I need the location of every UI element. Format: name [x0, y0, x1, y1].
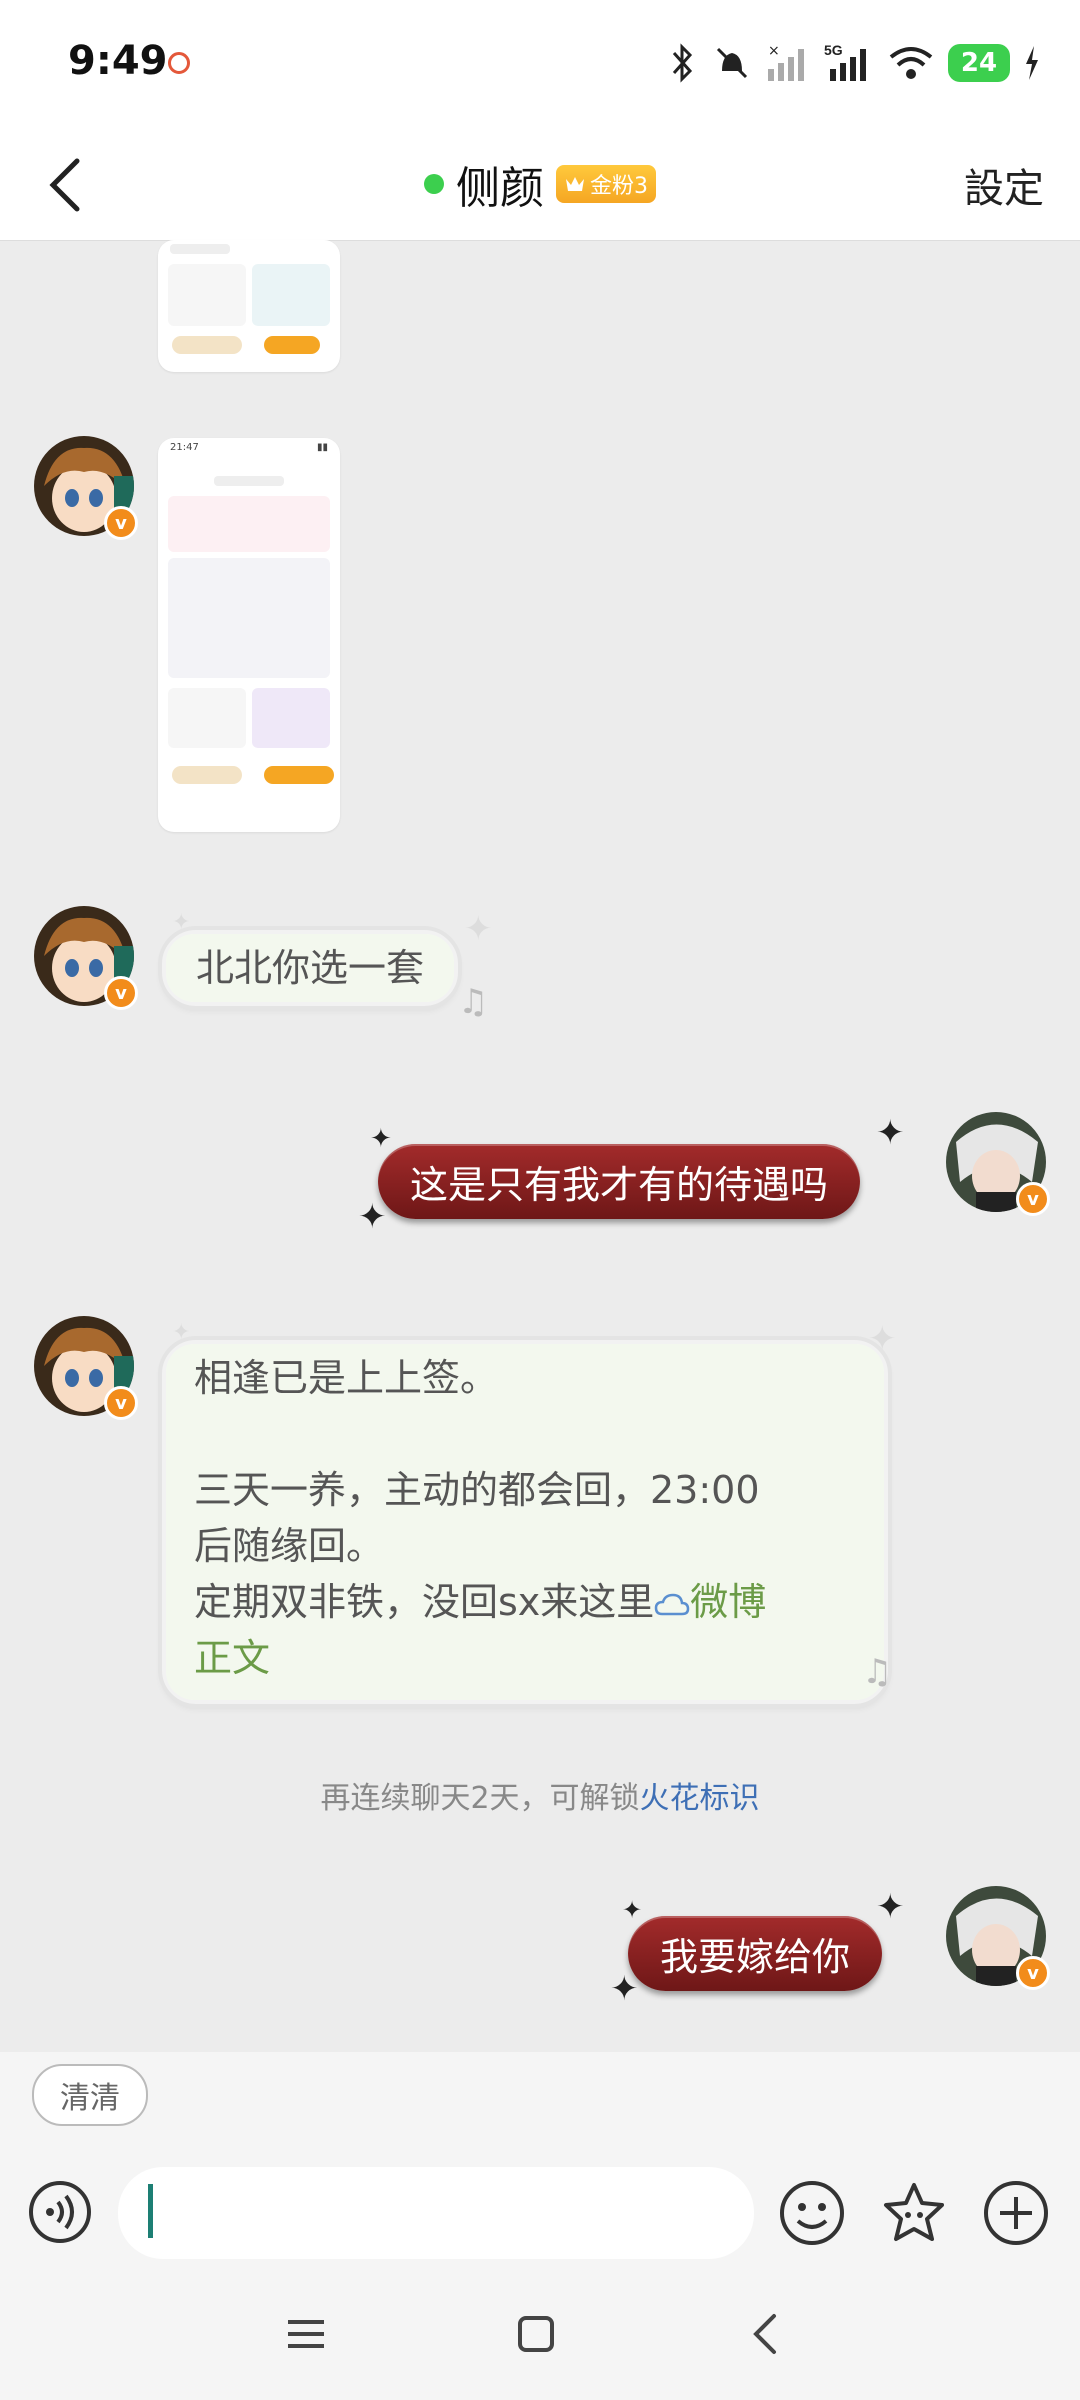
- sparkle-icon: ✦: [876, 1113, 905, 1153]
- sparkle-icon: ✦: [172, 910, 191, 935]
- sparkle-icon: ✦: [876, 1887, 905, 1927]
- chat-header: 侧颜 金粉3 設定: [0, 130, 1080, 241]
- svg-text:5G: 5G: [824, 43, 843, 58]
- contact-avatar[interactable]: v: [34, 1316, 138, 1420]
- text-cursor: [148, 2184, 153, 2238]
- weibo-link[interactable]: 微博: [690, 1580, 766, 1624]
- weibo-cloud-icon: [655, 1593, 690, 1615]
- weibo-notification-icon: [168, 52, 190, 74]
- fan-level-label: 金粉3: [590, 174, 648, 199]
- message-line: 相逢已是上上签。: [194, 1356, 499, 1400]
- emoji-icon[interactable]: [778, 2179, 846, 2247]
- verified-badge-icon: v: [1016, 1956, 1050, 1990]
- contact-avatar[interactable]: v: [34, 906, 138, 1010]
- chat-title: 侧颜: [456, 163, 544, 214]
- sparkle-icon: ✦: [868, 1319, 897, 1359]
- spark-badge-link[interactable]: 火花标识: [640, 1781, 760, 1816]
- svg-text:×: ×: [768, 43, 780, 59]
- settings-button[interactable]: 設定: [964, 156, 1044, 214]
- charging-icon: [1026, 46, 1038, 80]
- incoming-message-bubble[interactable]: 相逢已是上上签。 三天一养，主动的都会回，23:00 后随缘回。 定期双非铁，没…: [162, 1340, 888, 1704]
- weibo-link-tail[interactable]: 正文: [194, 1630, 858, 1686]
- music-note-icon: ♫: [458, 982, 489, 1022]
- sparkle-icon: ✦: [464, 909, 493, 949]
- verified-badge-icon: v: [104, 976, 138, 1010]
- sticker-icon[interactable]: [880, 2179, 948, 2247]
- message-line: 定期双非铁，没回sx来这里: [194, 1580, 655, 1624]
- contact-avatar[interactable]: v: [34, 436, 138, 540]
- voice-input-icon[interactable]: [28, 2180, 92, 2244]
- verified-badge-icon: v: [104, 506, 138, 540]
- status-bar: 9:49 × 5G 24: [0, 0, 1080, 130]
- sparkle-icon: ✦: [622, 1896, 643, 1924]
- bluetooth-icon: [672, 43, 693, 83]
- sparkle-icon: ✦: [610, 1969, 639, 2009]
- spark-unlock-notice: 再连续聊天2天，可解锁火花标识: [0, 1773, 1080, 1817]
- message-line: 三天一养，主动的都会回，23:00: [194, 1468, 760, 1512]
- my-avatar[interactable]: v: [946, 1886, 1050, 1990]
- home-icon[interactable]: [512, 2310, 560, 2358]
- crown-icon: [566, 177, 584, 191]
- message-text: 我要嫁给你: [660, 1935, 851, 1979]
- outgoing-message-bubble[interactable]: 这是只有我才有的待遇吗: [378, 1144, 861, 1219]
- system-navigation-bar: [0, 2268, 1080, 2400]
- message-line: 后随缘回。: [194, 1524, 385, 1568]
- sparkle-icon: ✦: [358, 1197, 387, 1237]
- notice-text: 再连续聊天2天，可解锁: [320, 1781, 640, 1816]
- online-status-dot: [424, 174, 444, 194]
- incoming-message-bubble[interactable]: 北北你选一套: [162, 930, 459, 1006]
- battery-indicator: 24: [948, 44, 1010, 82]
- signal-5g-icon: 5G: [824, 43, 866, 81]
- chat-title-group[interactable]: 侧颜 金粉3: [0, 152, 1080, 216]
- message-text: 这是只有我才有的待遇吗: [410, 1163, 829, 1207]
- image-message[interactable]: [158, 240, 340, 372]
- wifi-icon: [889, 47, 933, 79]
- status-time: 9:49: [68, 38, 168, 84]
- fan-level-badge: 金粉3: [556, 165, 656, 203]
- quick-reply-chip[interactable]: 清清: [32, 2064, 148, 2126]
- menu-icon[interactable]: [282, 2310, 330, 2358]
- music-note-icon: ♫: [862, 1652, 893, 1692]
- status-icons: × 5G 24: [668, 40, 1040, 86]
- my-avatar[interactable]: v: [946, 1112, 1050, 1216]
- outgoing-message-bubble[interactable]: 我要嫁给你: [628, 1916, 883, 1991]
- verified-badge-icon: v: [1016, 1182, 1050, 1216]
- sparkle-icon: ✦: [370, 1124, 392, 1154]
- message-text: 北北你选一套: [196, 946, 425, 990]
- back-nav-icon[interactable]: [742, 2310, 790, 2358]
- verified-badge-icon: v: [104, 1386, 138, 1420]
- mute-icon: [716, 47, 748, 79]
- add-more-icon[interactable]: [982, 2179, 1050, 2247]
- message-input[interactable]: [118, 2167, 754, 2259]
- image-message[interactable]: 21:47 ▮▮: [158, 438, 340, 832]
- signal-off-icon: ×: [768, 43, 804, 81]
- sparkle-icon: ✦: [172, 1320, 191, 1345]
